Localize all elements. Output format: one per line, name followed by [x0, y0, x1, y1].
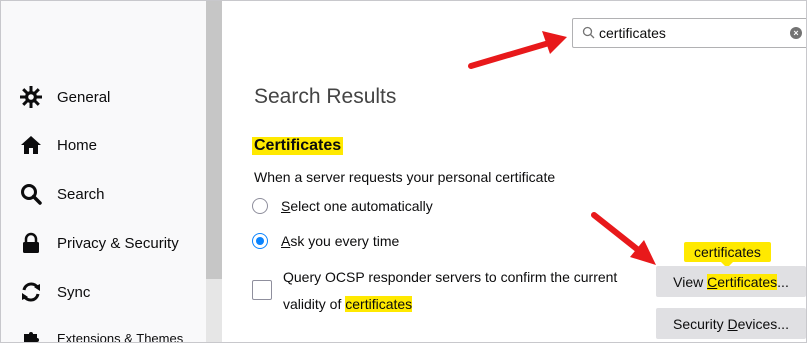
radio-button[interactable]: [252, 233, 268, 249]
radio-label: Ask you every time: [281, 233, 400, 249]
search-input[interactable]: [597, 24, 781, 42]
annotation-arrow-search: [468, 31, 567, 69]
sidebar-item-label: General: [57, 88, 111, 106]
sidebar-item-label: Home: [57, 136, 98, 154]
ocsp-label-line1: Query OCSP responder servers to confirm …: [283, 269, 618, 285]
clear-icon[interactable]: ×: [790, 27, 802, 39]
sidebar: General Home Search Privacy & Security S…: [1, 1, 206, 342]
radio-ask-every-time[interactable]: Ask you every time: [252, 233, 399, 249]
search-icon: [582, 26, 595, 44]
security-devices-button[interactable]: Security Devices...: [656, 308, 806, 339]
sidebar-item-search[interactable]: Search: [19, 179, 105, 209]
sidebar-item-label: Sync: [57, 283, 91, 301]
radio-button[interactable]: [252, 198, 268, 214]
view-certificates-button[interactable]: View Certificates...: [656, 266, 806, 297]
sidebar-scrollbar-thumb[interactable]: [206, 1, 222, 279]
annotation-arrow-view-certificates: [591, 212, 656, 265]
page-title: Search Results: [254, 85, 397, 108]
gear-icon: [19, 85, 43, 109]
lock-icon: [19, 231, 43, 255]
sidebar-item-general[interactable]: General: [19, 82, 110, 112]
ocsp-checkbox[interactable]: [252, 280, 272, 300]
radio-select-automatically[interactable]: Select one automatically: [252, 198, 433, 214]
home-icon: [19, 133, 43, 157]
sidebar-item-home[interactable]: Home: [19, 130, 97, 160]
ocsp-label-line2: validity of certificates: [283, 296, 413, 312]
search-icon: [19, 182, 43, 206]
search-box[interactable]: ×: [572, 18, 806, 48]
sidebar-item-label: Search: [57, 185, 105, 203]
preferences-window: General Home Search Privacy & Security S…: [0, 0, 807, 343]
sidebar-item-extensions[interactable]: Extensions & Themes: [19, 323, 184, 343]
sidebar-item-privacy[interactable]: Privacy & Security: [19, 228, 179, 258]
sidebar-item-label: Privacy & Security: [57, 234, 179, 252]
sync-icon: [19, 280, 43, 304]
sidebar-item-sync[interactable]: Sync: [19, 277, 90, 307]
puzzle-icon: [19, 326, 43, 342]
certificate-request-description: When a server requests your personal cer…: [254, 169, 556, 185]
radio-label: Select one automatically: [281, 198, 433, 214]
search-match-tooltip: certificates: [684, 242, 771, 268]
sidebar-item-label: Extensions & Themes: [57, 330, 184, 343]
section-title-certificates: Certificates: [252, 137, 344, 155]
